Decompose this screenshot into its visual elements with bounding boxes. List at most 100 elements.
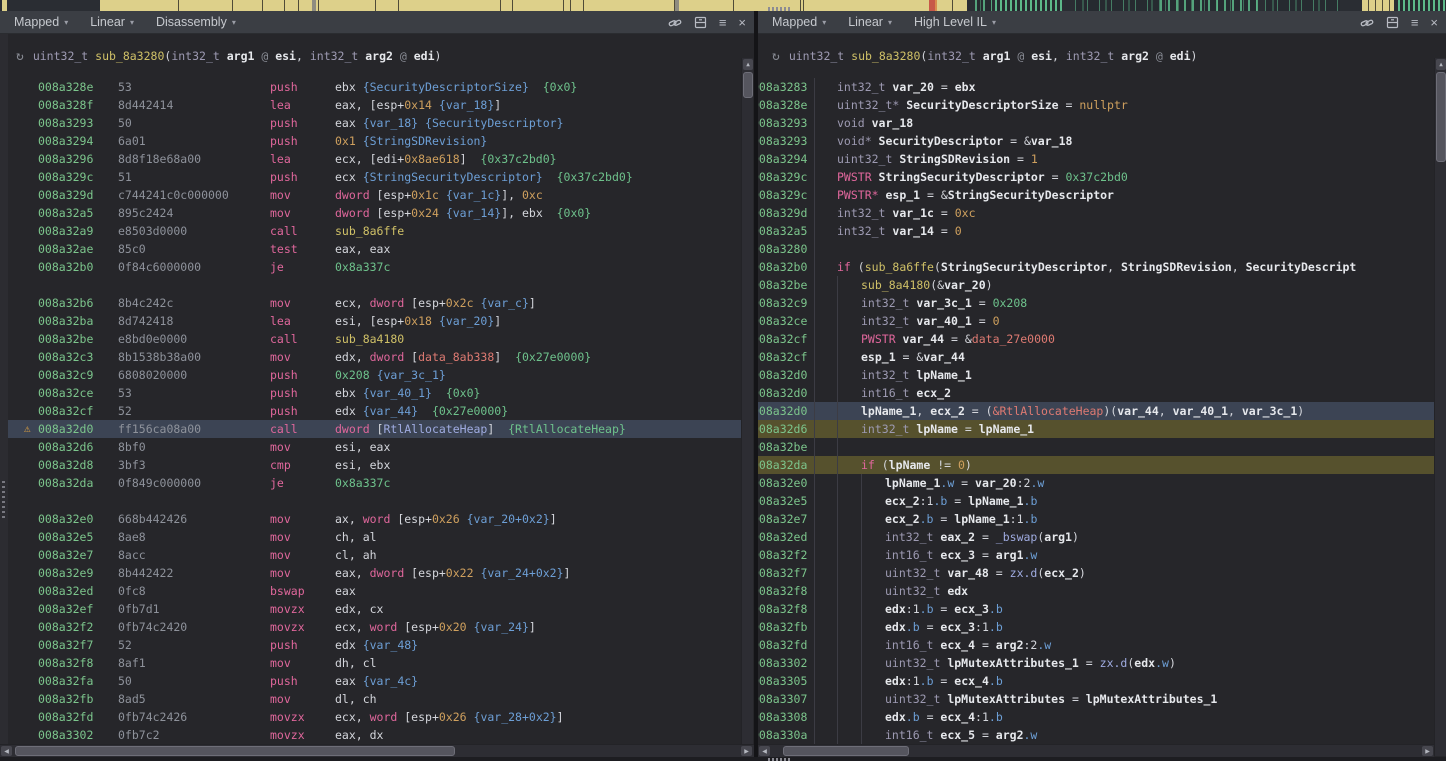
scrollbar-thumb[interactable] [1436,72,1446,162]
view-mode-menu[interactable]: Mapped▾ [14,15,68,29]
hlil-line[interactable]: 008a32cfPWSTR var_44 = &data_27e0000 [758,330,1434,348]
hlil-line[interactable]: 008a3307uint32_t lpMutexAttributes = lpM… [758,690,1434,708]
disasm-line[interactable]: 008a32f20fb74c2420movzxecx, word [esp+0x… [8,618,741,636]
layout-menu[interactable]: Linear▾ [90,15,134,29]
disasm-line[interactable]: 008a32f88af1movdh, cl [8,654,741,672]
hlil-line[interactable]: 008a32c9int32_t var_3c_1 = 0x208 [758,294,1434,312]
hlil-line[interactable]: 008a328euint32_t* SecurityDescriptorSize… [758,96,1434,114]
disasm-line[interactable]: 008a328e53pushebx {SecurityDescriptorSiz… [8,78,741,96]
hlil-line[interactable]: 008a329dint32_t var_1c = 0xc [758,204,1434,222]
disasm-line[interactable]: 008a32f752pushedx {var_48} [8,636,741,654]
disasm-line[interactable]: 008a32fd0fb74c2426movzxecx, word [esp+0x… [8,708,741,726]
close-icon[interactable]: × [1430,16,1438,29]
hlil-line[interactable]: 008a330aint16_t ecx_5 = arg2.w [758,726,1434,744]
disasm-line[interactable]: 008a32c96808020000push0x208 {var_3c_1} [8,366,741,384]
hlil-line[interactable]: 008a3302uint32_t lpMutexAttributes_1 = z… [758,654,1434,672]
horizontal-scrollbar[interactable]: ◀ ▶ [758,744,1434,757]
disasm-line[interactable]: 008a32ed0fc8bswapeax [8,582,741,600]
refresh-icon[interactable]: ↻ [16,49,24,64]
sidebar-drag-handle[interactable] [2,478,5,518]
hlil-line[interactable]: 008a32e5ecx_2:1.b = lpName_1.b [758,492,1434,510]
split-pane-icon[interactable] [694,16,707,29]
disasm-line[interactable]: 008a32e58ae8movch, al [8,528,741,546]
disasm-line[interactable]: ⚠008a32d0ff156ca08a00calldword [RtlAlloc… [8,420,741,438]
pane-menu-icon[interactable]: ≡ [1411,16,1419,29]
hlil-line[interactable]: 008a329cPWSTR* esp_1 = &StringSecurityDe… [758,186,1434,204]
disasm-line[interactable]: 008a32da0f849c000000je0x8a337c [8,474,741,492]
disasm-line[interactable]: 008a32ae85c0testeax, eax [8,240,741,258]
disasm-line[interactable]: 008a32bee8bd0e0000callsub_8a4180 [8,330,741,348]
split-pane-icon[interactable] [1386,16,1399,29]
hlil-line[interactable]: 008a32b0if (sub_8a6ffe(StringSecurityDes… [758,258,1434,276]
scroll-left-button[interactable]: ◀ [759,746,770,756]
horizontal-scrollbar[interactable]: ◀ ▶ [0,744,754,757]
function-signature-row[interactable]: ↻ uint32_t sub_8a3280(int32_t arg1 @ esi… [0,34,754,78]
hlil-line[interactable]: 008a32f8edx:1.b = ecx_3.b [758,600,1434,618]
pane-menu-icon[interactable]: ≡ [719,16,727,29]
disasm-line[interactable]: 008a32a9e8503d0000callsub_8a6ffe [8,222,741,240]
disasm-line[interactable]: 008a32c38b1538b38a00movedx, dword [data_… [8,348,741,366]
il-level-menu[interactable]: High Level IL▾ [914,15,996,29]
disasm-line[interactable]: 008a32d68bf0movesi, eax [8,438,741,456]
il-level-menu[interactable]: Disassembly▾ [156,15,236,29]
hlil-line[interactable]: 008a3280 [758,240,1434,258]
view-mode-menu[interactable]: Mapped▾ [772,15,826,29]
disasm-line[interactable]: 008a32946a01push0x1 {StringSDRevision} [8,132,741,150]
scroll-left-button[interactable]: ◀ [1,746,12,756]
disasm-line[interactable]: 008a32a5895c2424movdword [esp+0x24 {var_… [8,204,741,222]
sync-link-icon[interactable] [1360,16,1374,30]
hlil-line[interactable]: 008a3293void var_18 [758,114,1434,132]
disassembly-view[interactable]: ↻ uint32_t sub_8a3280(int32_t arg1 @ esi… [0,34,754,756]
close-icon[interactable]: × [738,16,746,29]
scrollbar-thumb[interactable] [743,72,753,98]
hlil-line[interactable]: 008a32f2int16_t ecx_3 = arg1.w [758,546,1434,564]
hlil-line[interactable]: 008a32fbedx.b = ecx_3:1.b [758,618,1434,636]
hlil-line[interactable]: 008a32d0int16_t ecx_2 [758,384,1434,402]
disasm-line[interactable]: 008a32b68b4c242cmovecx, dword [esp+0x2c … [8,294,741,312]
disasm-line[interactable]: 008a33020fb7c2movzxeax, dx [8,726,741,744]
hlil-line[interactable]: 008a32d0int32_t lpName_1 [758,366,1434,384]
hlil-line[interactable]: 008a3305edx:1.b = ecx_4.b [758,672,1434,690]
hlil-line[interactable]: 008a32fdint16_t ecx_4 = arg2:2.w [758,636,1434,654]
hlil-line[interactable]: 008a32edint32_t eax_2 = _bswap(arg1) [758,528,1434,546]
sync-link-icon[interactable] [668,16,682,30]
disasm-line[interactable]: 008a32ef0fb7d1movzxedx, cx [8,600,741,618]
scroll-right-button[interactable]: ▶ [741,746,752,756]
hlil-line[interactable]: 008a32be [758,438,1434,456]
hlil-line[interactable]: 008a329cPWSTR StringSecurityDescriptor =… [758,168,1434,186]
scroll-up-button[interactable]: ▲ [743,59,753,70]
disasm-line[interactable]: 008a32fb8ad5movdl, ch [8,690,741,708]
disasm-line[interactable]: 008a32968d8f18e68a00leaecx, [edi+0x8ae61… [8,150,741,168]
scroll-up-button[interactable]: ▲ [1436,59,1446,70]
scrollbar-thumb[interactable] [15,746,455,756]
hlil-line[interactable]: 008a3283int32_t var_20 = ebx [758,78,1434,96]
disasm-line[interactable]: 008a32ce53pushebx {var_40_1} {0x0} [8,384,741,402]
hlil-line[interactable]: 008a32daif (lpName != 0) [758,456,1434,474]
hlil-line[interactable]: 008a32ceint32_t var_40_1 = 0 [758,312,1434,330]
hlil-view[interactable]: ↻ uint32_t sub_8a3280(int32_t arg1 @ esi… [758,34,1446,756]
layout-menu[interactable]: Linear▾ [848,15,892,29]
hlil-line[interactable]: 008a32e7ecx_2.b = lpName_1:1.b [758,510,1434,528]
disasm-line[interactable]: 008a32e78accmovcl, ah [8,546,741,564]
hlil-line[interactable]: 008a32d0lpName_1, ecx_2 = (&RtlAllocateH… [758,402,1434,420]
hlil-line[interactable]: 008a3293void* SecurityDescriptor = &var_… [758,132,1434,150]
hlil-line[interactable]: 008a32besub_8a4180(&var_20) [758,276,1434,294]
function-signature-row[interactable]: ↻ uint32_t sub_8a3280(int32_t arg1 @ esi… [758,34,1446,78]
disasm-line[interactable]: 008a32d83bf3cmpesi, ebx [8,456,741,474]
disasm-line[interactable]: 008a328f8d442414leaeax, [esp+0x14 {var_1… [8,96,741,114]
disasm-line[interactable]: 008a32fa50pusheax {var_4c} [8,672,741,690]
refresh-icon[interactable]: ↻ [772,49,780,64]
hlil-line[interactable]: 008a3308edx.b = ecx_4:1.b [758,708,1434,726]
feature-map[interactable] [0,0,1446,11]
disasm-line[interactable]: 008a329350pusheax {var_18} {SecurityDesc… [8,114,741,132]
hlil-line[interactable]: 008a3294uint32_t StringSDRevision = 1 [758,150,1434,168]
vertical-scrollbar[interactable]: ▲ ▼ [1434,58,1446,756]
hlil-line[interactable]: 008a32e0lpName_1.w = var_20:2.w [758,474,1434,492]
hlil-line[interactable]: 008a32a5int32_t var_14 = 0 [758,222,1434,240]
hlil-line[interactable]: 008a32f7uint32_t var_48 = zx.d(ecx_2) [758,564,1434,582]
hlil-line[interactable]: 008a32f8uint32_t edx [758,582,1434,600]
disasm-line[interactable]: 008a329c51pushecx {StringSecurityDescrip… [8,168,741,186]
disasm-line[interactable]: 008a329dc744241c0c000000movdword [esp+0x… [8,186,741,204]
disasm-line[interactable]: 008a32e98b442422moveax, dword [esp+0x22 … [8,564,741,582]
disasm-line[interactable]: 008a32ba8d742418leaesi, [esp+0x18 {var_2… [8,312,741,330]
